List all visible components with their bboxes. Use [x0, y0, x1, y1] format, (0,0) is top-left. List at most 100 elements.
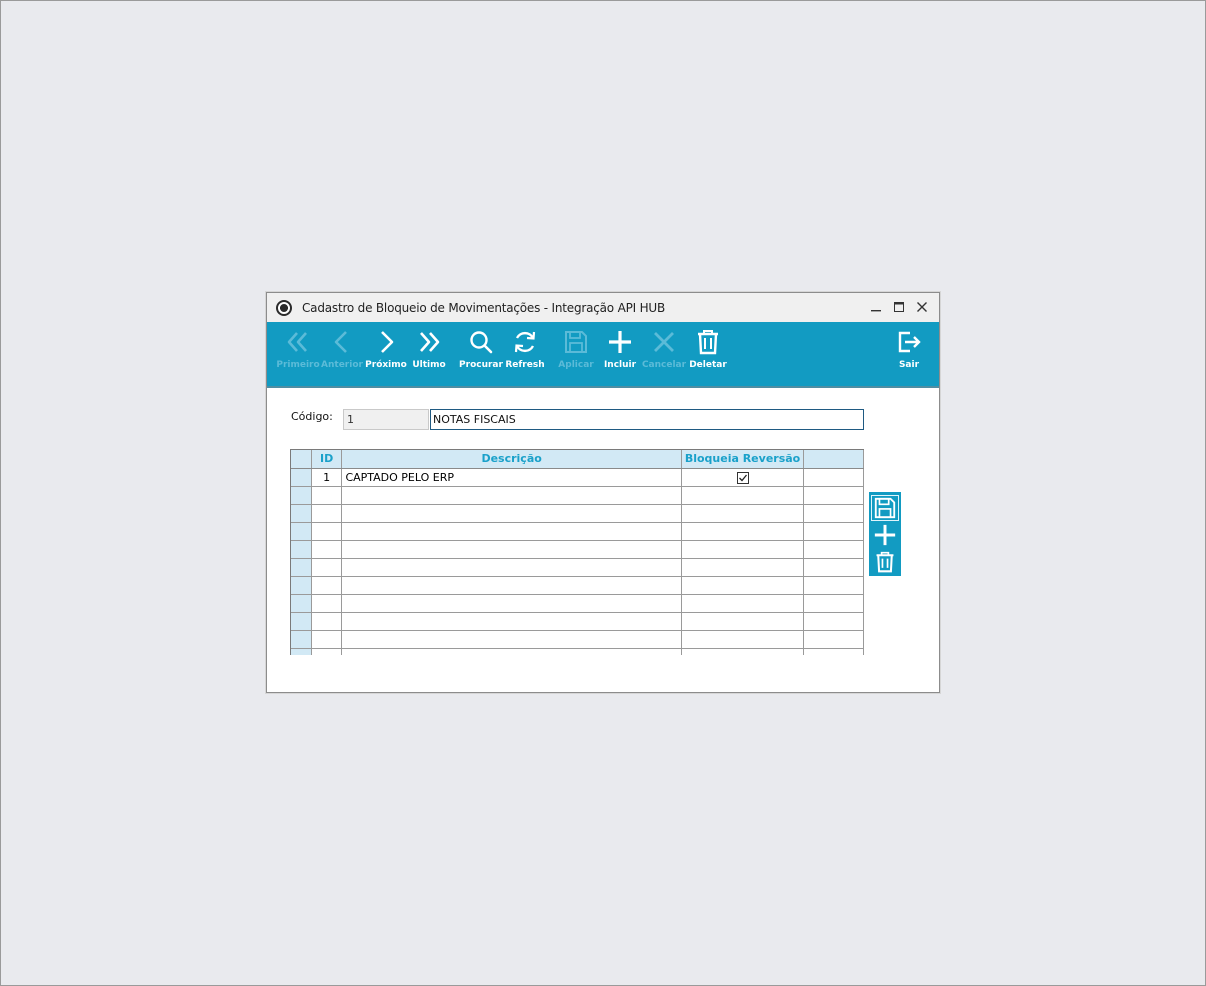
chevron-left-icon: [334, 331, 347, 353]
cell-bloqueia-reversao[interactable]: [681, 576, 805, 595]
table-row[interactable]: [291, 540, 864, 559]
row-indicator[interactable]: [291, 630, 312, 649]
grid-delete-button[interactable]: [871, 549, 899, 575]
cell-descricao[interactable]: [341, 630, 682, 649]
cell-empty: [803, 486, 864, 505]
cell-id[interactable]: [311, 540, 343, 559]
data-grid[interactable]: ID Descrição Bloqueia Reversão 1 CAPTADO…: [290, 449, 864, 655]
grid-add-button[interactable]: [871, 522, 899, 548]
close-window-button[interactable]: [910, 297, 933, 317]
toolbar-button-ultimo[interactable]: Ultimo: [406, 329, 452, 379]
toolbar-button-anterior[interactable]: Anterior: [319, 329, 365, 379]
cell-bloqueia-reversao[interactable]: [681, 468, 805, 487]
row-indicator[interactable]: [291, 648, 312, 655]
grid-header-row: ID Descrição Bloqueia Reversão: [291, 450, 864, 469]
cell-id[interactable]: [311, 522, 343, 541]
column-header-descricao[interactable]: Descrição: [341, 450, 682, 469]
row-indicator[interactable]: [291, 486, 312, 505]
toolbar-button-cancelar[interactable]: Cancelar: [641, 329, 687, 379]
table-row[interactable]: [291, 504, 864, 523]
close-icon: [654, 332, 674, 352]
table-row[interactable]: 1 CAPTADO PELO ERP: [291, 468, 864, 487]
table-row[interactable]: [291, 486, 864, 505]
title-bar[interactable]: Cadastro de Bloqueio de Movimentações - …: [267, 293, 939, 322]
cell-descricao[interactable]: [341, 522, 682, 541]
column-header-empty: [803, 450, 864, 469]
descricao-field[interactable]: NOTAS FISCAIS: [430, 409, 864, 430]
toolbar-button-procurar[interactable]: Procurar: [458, 329, 504, 379]
row-indicator[interactable]: [291, 468, 312, 487]
codigo-field[interactable]: 1: [343, 409, 429, 430]
row-indicator[interactable]: [291, 504, 312, 523]
cell-descricao[interactable]: [341, 558, 682, 577]
minimize-button[interactable]: [864, 297, 887, 317]
column-header-id[interactable]: ID: [311, 450, 343, 469]
table-row[interactable]: [291, 522, 864, 541]
toolbar-button-refresh[interactable]: Refresh: [502, 329, 548, 379]
table-row[interactable]: [291, 612, 864, 631]
cell-id[interactable]: [311, 558, 343, 577]
cell-descricao[interactable]: [341, 504, 682, 523]
cell-descricao[interactable]: [341, 540, 682, 559]
cell-descricao[interactable]: [341, 594, 682, 613]
row-indicator[interactable]: [291, 522, 312, 541]
cell-bloqueia-reversao[interactable]: [681, 522, 805, 541]
row-indicator[interactable]: [291, 558, 312, 577]
row-indicator[interactable]: [291, 576, 312, 595]
row-indicator[interactable]: [291, 594, 312, 613]
toolbar-button-sair[interactable]: Sair: [886, 329, 932, 379]
cell-descricao[interactable]: [341, 576, 682, 595]
close-icon: [916, 302, 927, 312]
cell-bloqueia-reversao[interactable]: [681, 612, 805, 631]
table-row[interactable]: [291, 576, 864, 595]
cell-id[interactable]: [311, 576, 343, 595]
cell-bloqueia-reversao[interactable]: [681, 486, 805, 505]
cell-id[interactable]: [311, 594, 343, 613]
cell-descricao[interactable]: [341, 612, 682, 631]
cell-bloqueia-reversao[interactable]: [681, 648, 805, 655]
plus-icon: [609, 331, 631, 353]
checkmark-icon: [738, 474, 747, 481]
cell-id[interactable]: [311, 504, 343, 523]
cell-id[interactable]: [311, 630, 343, 649]
table-row[interactable]: [291, 648, 864, 655]
cell-id[interactable]: [311, 486, 343, 505]
toolbar-button-incluir[interactable]: Incluir: [597, 329, 643, 379]
chevron-right-icon: [381, 331, 394, 353]
row-indicator[interactable]: [291, 612, 312, 631]
cell-id[interactable]: [311, 612, 343, 631]
minimize-icon: [870, 310, 881, 312]
app-logo-icon: [276, 299, 292, 316]
cell-empty: [803, 504, 864, 523]
cell-empty: [803, 576, 864, 595]
table-row[interactable]: [291, 630, 864, 649]
cell-descricao[interactable]: CAPTADO PELO ERP: [341, 468, 682, 487]
toolbar-button-primeiro[interactable]: Primeiro: [275, 329, 321, 379]
cell-empty: [803, 468, 864, 487]
cell-descricao[interactable]: [341, 486, 682, 505]
toolbar-button-proximo[interactable]: Próximo: [363, 329, 409, 379]
cell-empty: [803, 630, 864, 649]
toolbar-button-deletar[interactable]: Deletar: [685, 329, 731, 379]
cell-bloqueia-reversao[interactable]: [681, 558, 805, 577]
cell-id[interactable]: [311, 648, 343, 655]
toolbar-label: Cancelar: [641, 360, 687, 370]
cell-bloqueia-reversao[interactable]: [681, 504, 805, 523]
table-row[interactable]: [291, 558, 864, 577]
trash-icon: [876, 551, 894, 573]
refresh-icon: [514, 331, 536, 353]
bloqueia-reversao-checkbox[interactable]: [736, 471, 749, 484]
cell-bloqueia-reversao[interactable]: [681, 540, 805, 559]
maximize-icon: [893, 302, 904, 312]
cell-id[interactable]: 1: [311, 468, 343, 487]
grid-save-button[interactable]: [871, 495, 899, 521]
row-indicator[interactable]: [291, 540, 312, 559]
cell-bloqueia-reversao[interactable]: [681, 594, 805, 613]
maximize-button[interactable]: [887, 297, 910, 317]
column-header-bloqueia-reversao[interactable]: Bloqueia Reversão: [681, 450, 805, 469]
toolbar-button-aplicar[interactable]: Aplicar: [553, 329, 599, 379]
toolbar-label: Deletar: [689, 360, 727, 370]
cell-descricao[interactable]: [341, 648, 682, 655]
cell-bloqueia-reversao[interactable]: [681, 630, 805, 649]
table-row[interactable]: [291, 594, 864, 613]
